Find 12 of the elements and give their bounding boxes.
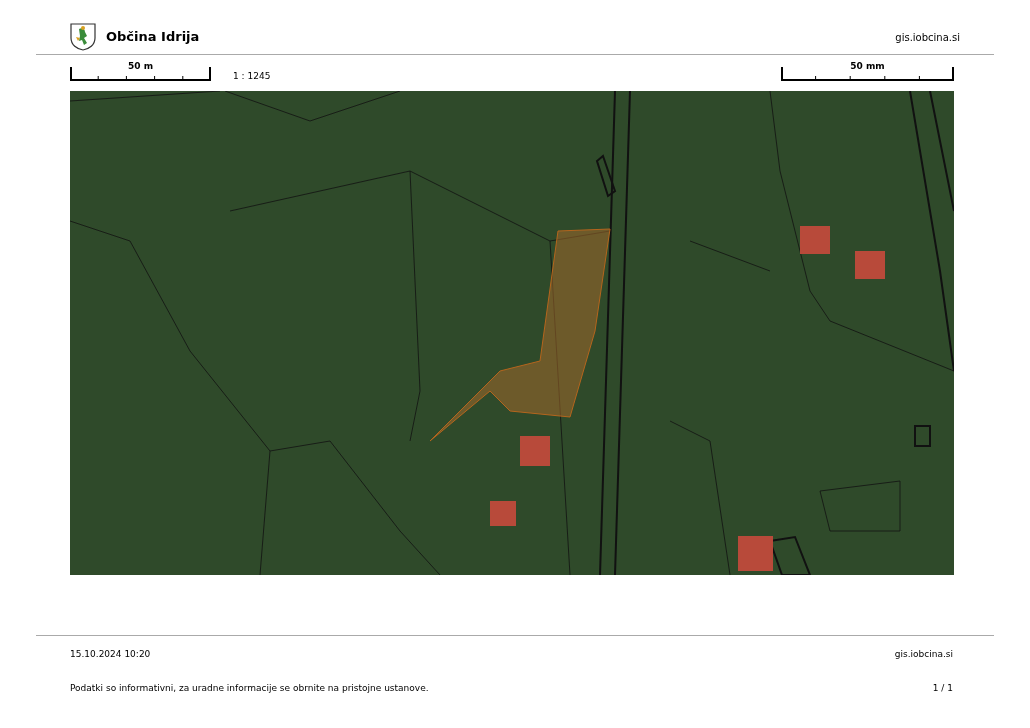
site-address: gis.iobcina.si xyxy=(895,30,960,45)
scale-ratio: 1 : 1245 xyxy=(233,72,271,81)
building-outline xyxy=(914,425,931,447)
page-number: 1 / 1 xyxy=(932,681,953,695)
disclaimer-text: Podatki so informativni, za uradne informacije se obrnite na pristojne ustanove. xyxy=(70,681,429,695)
print-timestamp: 15.10.2024 10:20 xyxy=(70,648,151,661)
coat-of-arms-icon xyxy=(70,23,96,51)
scale-bar-icon xyxy=(781,67,954,81)
site-address: gis.iobcina.si xyxy=(894,648,953,661)
building-outline xyxy=(595,154,617,198)
municipality-title: Občina Idrija xyxy=(106,28,200,47)
scale-bar-icon xyxy=(70,67,211,81)
